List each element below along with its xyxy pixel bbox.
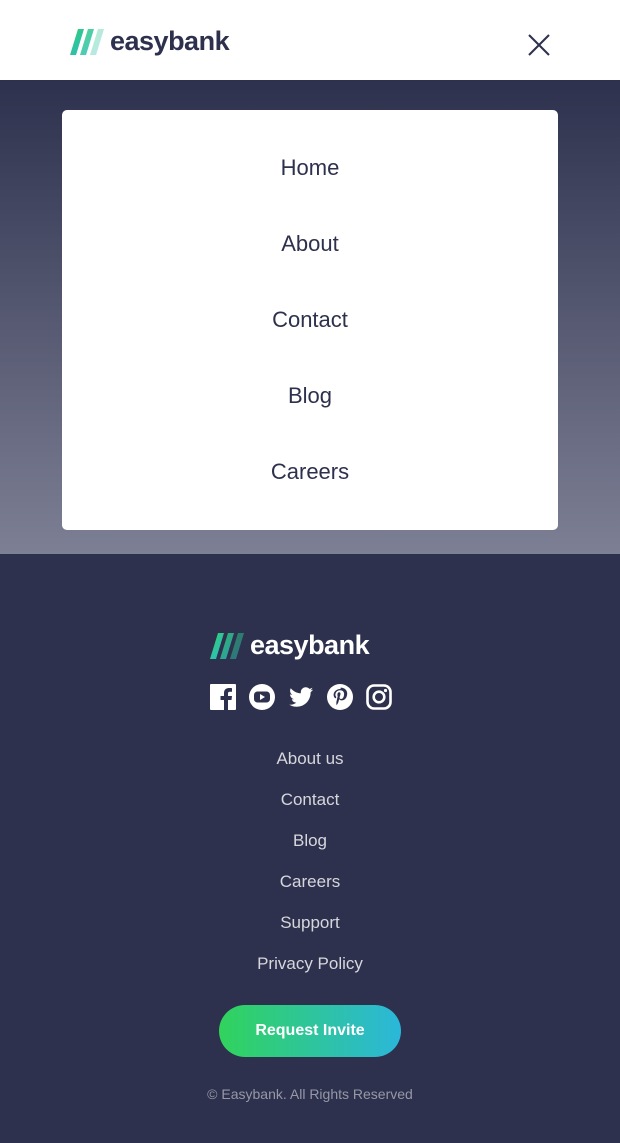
footer-link-support[interactable]: Support bbox=[0, 912, 620, 934]
instagram-icon[interactable] bbox=[366, 684, 392, 710]
copyright-text: © Easybank. All Rights Reserved bbox=[207, 1086, 413, 1102]
request-invite-button[interactable]: Request Invite bbox=[219, 1005, 401, 1057]
pinterest-icon[interactable] bbox=[327, 684, 353, 710]
menu-item-about[interactable]: About bbox=[62, 230, 558, 258]
mobile-menu: Home About Contact Blog Careers bbox=[62, 110, 558, 530]
site-footer: easybank About us Contact Blog Careers S… bbox=[0, 554, 620, 1143]
social-links bbox=[210, 684, 392, 710]
close-menu-icon[interactable] bbox=[526, 32, 552, 58]
youtube-icon[interactable] bbox=[249, 684, 275, 710]
site-header: easybank bbox=[0, 0, 620, 80]
menu-item-careers[interactable]: Careers bbox=[62, 458, 558, 486]
logo-text: easybank bbox=[110, 26, 230, 56]
logo-mark-icon bbox=[210, 632, 244, 659]
menu-overlay[interactable]: Home About Contact Blog Careers bbox=[0, 80, 620, 554]
logo-mark-icon bbox=[70, 28, 104, 55]
footer-link-privacy-policy[interactable]: Privacy Policy bbox=[0, 953, 620, 975]
footer-logo[interactable]: easybank bbox=[210, 630, 370, 660]
facebook-icon[interactable] bbox=[210, 684, 236, 710]
menu-item-blog[interactable]: Blog bbox=[62, 382, 558, 410]
footer-logo-text: easybank bbox=[250, 630, 370, 660]
menu-item-contact[interactable]: Contact bbox=[62, 306, 558, 334]
footer-link-contact[interactable]: Contact bbox=[0, 789, 620, 811]
footer-link-blog[interactable]: Blog bbox=[0, 830, 620, 852]
menu-item-home[interactable]: Home bbox=[62, 154, 558, 182]
twitter-icon[interactable] bbox=[288, 684, 314, 710]
footer-link-about-us[interactable]: About us bbox=[0, 748, 620, 770]
footer-link-careers[interactable]: Careers bbox=[0, 871, 620, 893]
logo[interactable]: easybank bbox=[70, 26, 230, 56]
